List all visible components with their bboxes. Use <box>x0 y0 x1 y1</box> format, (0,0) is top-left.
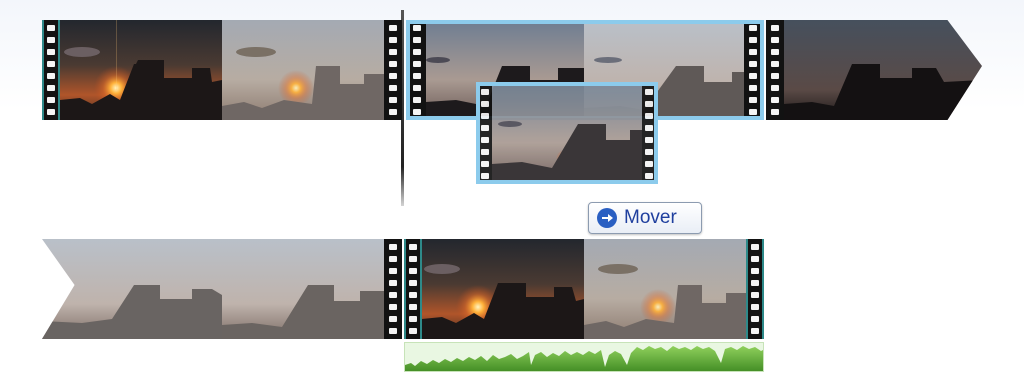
clip-sunset-1[interactable] <box>42 20 404 120</box>
right-arrow-icon <box>597 208 617 228</box>
film-sprocket-left <box>42 20 60 120</box>
thumbnail-frame <box>222 239 384 339</box>
film-sprocket-right <box>744 20 762 120</box>
thumbnail-frame <box>422 239 584 339</box>
thumbnail-frame <box>42 239 222 339</box>
clip-silhouette-continued[interactable] <box>42 239 404 339</box>
thumbnail-frame <box>60 20 222 120</box>
thumbnail-frame <box>784 20 982 120</box>
clip-dragging-ghost[interactable] <box>478 84 656 182</box>
thumbnail-frame <box>222 20 384 120</box>
film-sprocket-left <box>404 239 422 339</box>
film-sprocket-right <box>384 239 402 339</box>
film-sprocket-right <box>642 84 656 182</box>
film-sprocket-right <box>384 20 402 120</box>
film-sprocket-left <box>766 20 784 120</box>
move-tooltip-label: Mover <box>624 207 677 228</box>
audio-track[interactable] <box>404 342 764 372</box>
film-sprocket-left <box>478 84 492 182</box>
film-sprocket-left <box>408 20 426 120</box>
move-tooltip: Mover <box>588 202 702 234</box>
film-sprocket-right <box>746 239 764 339</box>
audio-waveform <box>405 346 763 371</box>
thumbnail-frame <box>584 239 746 339</box>
thumbnail-frame <box>492 84 642 182</box>
clip-sunset-2[interactable] <box>404 239 766 339</box>
clip-silhouette-1[interactable] <box>766 20 982 120</box>
